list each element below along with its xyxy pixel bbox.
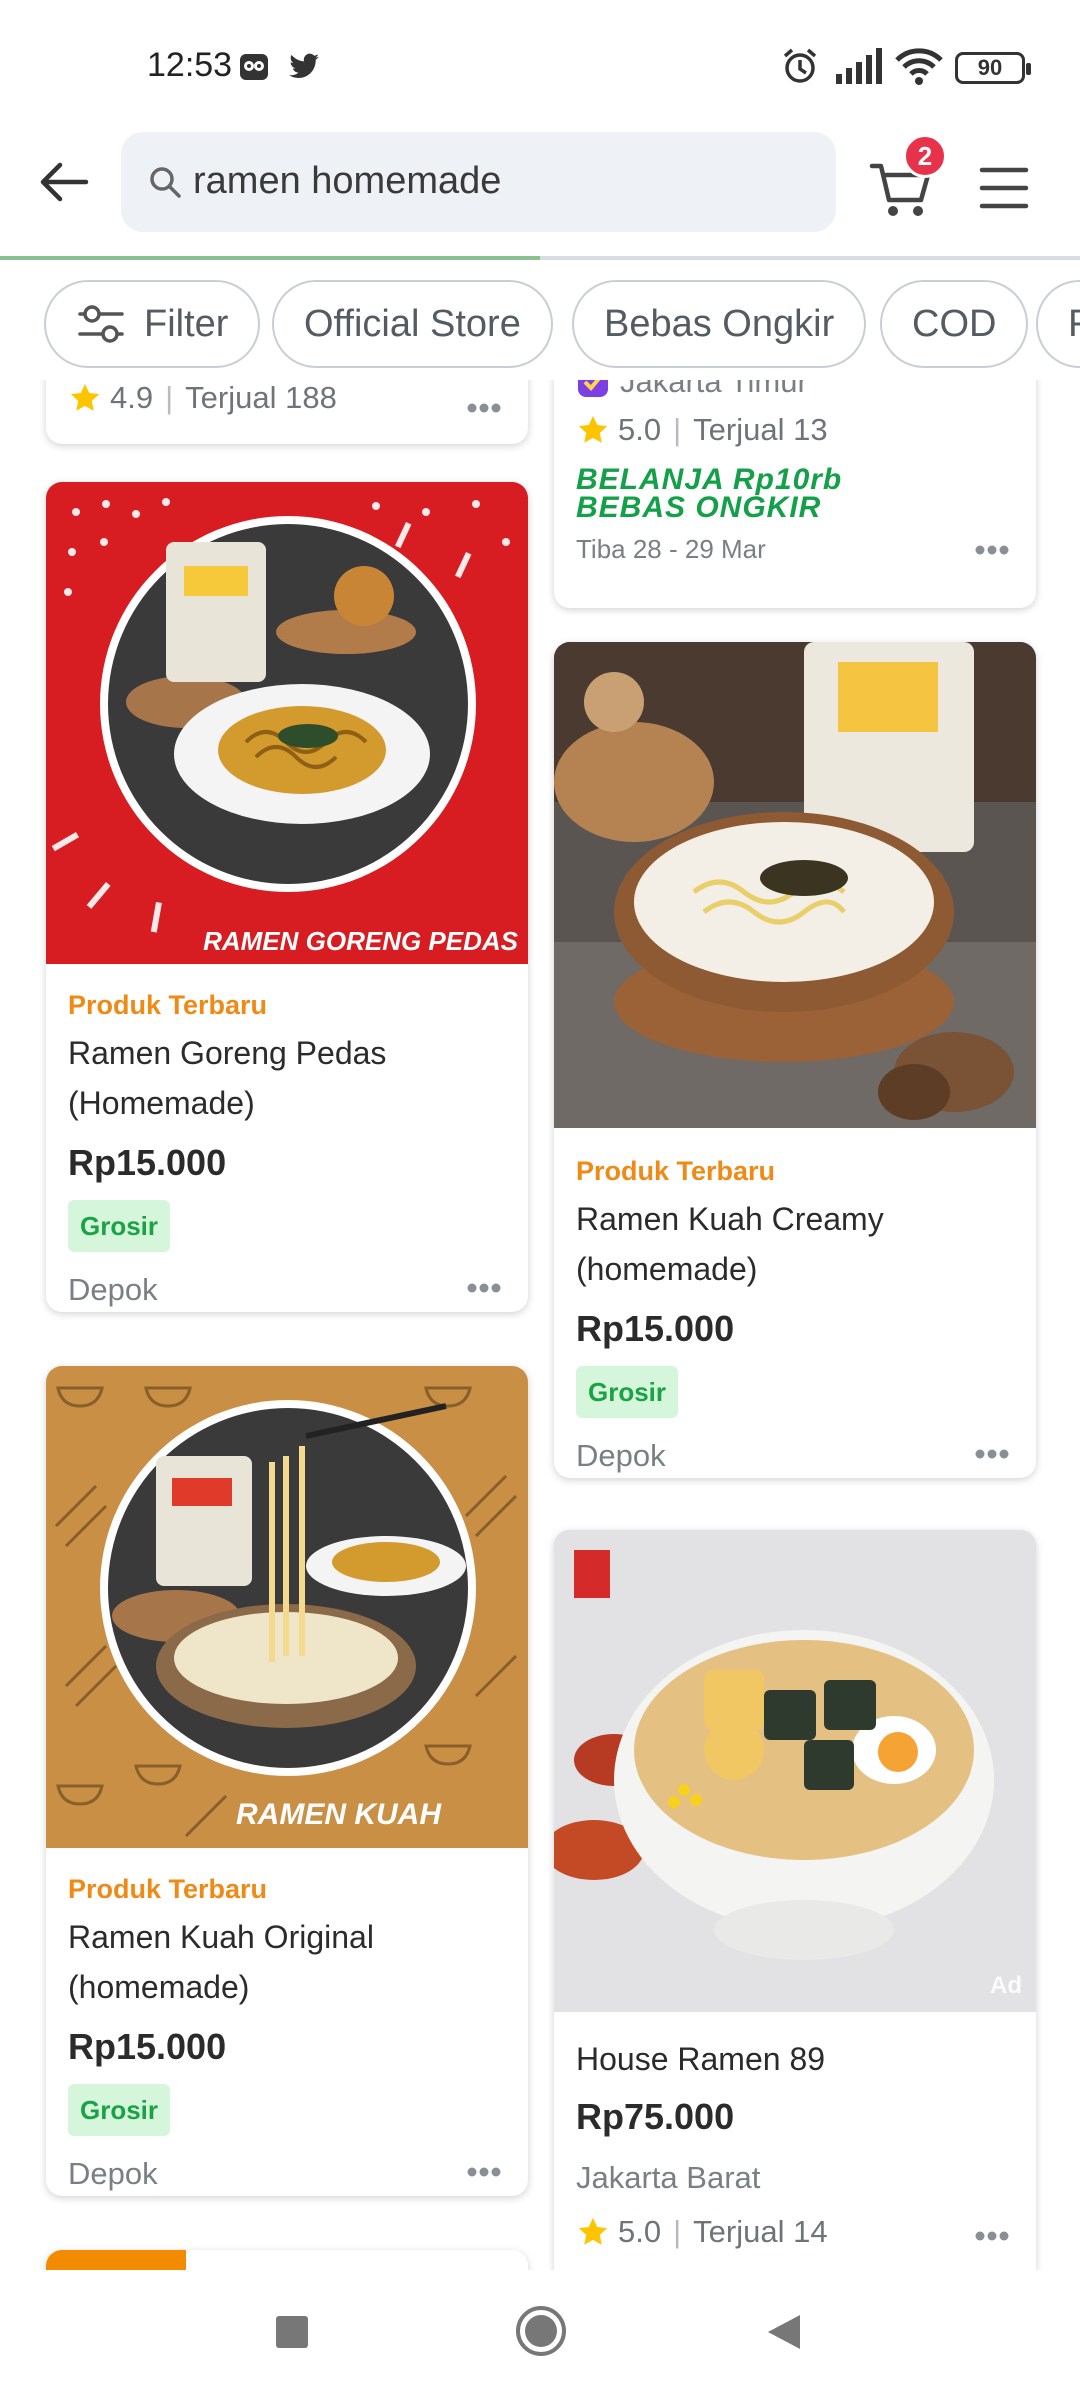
product-rating: 5.0 | Terjual 14: [576, 2214, 828, 2250]
filter-chip-row: Filter Official Store Bebas Ongkir COD F: [0, 276, 1080, 372]
product-card[interactable]: RAMEN GORENG PEDAS Produk Terbaru Ramen …: [46, 482, 528, 1312]
product-image: RAMEN KUAH: [46, 1366, 528, 1848]
product-image: Ad: [554, 1530, 1036, 2012]
more-options-icon[interactable]: [466, 402, 502, 414]
recents-icon[interactable]: [274, 2314, 310, 2350]
product-location: Depok: [68, 2156, 158, 2191]
chip-cod[interactable]: COD: [880, 280, 1029, 368]
new-product-label: Produk Terbaru: [68, 990, 268, 1020]
chip-more[interactable]: F: [1036, 280, 1080, 368]
product-price: Rp15.000: [68, 1142, 227, 1183]
search-bar[interactable]: ramen homemade: [121, 132, 836, 232]
alarm-icon: [783, 48, 817, 83]
product-photo: [54, 1386, 518, 1838]
product-title: House Ramen 89: [576, 2041, 826, 2077]
star-icon: [70, 383, 100, 411]
system-navigation-bar: [0, 2270, 1080, 2400]
load-progress-bar: [0, 256, 1080, 260]
new-product-label: Produk Terbaru: [68, 1874, 268, 1904]
product-card-ad[interactable]: Ad House Ramen 89 Rp75.000 Jakarta Barat…: [554, 1530, 1036, 2270]
arrival-estimate: Tiba 28 - 29 Mar: [576, 534, 766, 564]
product-title: Ramen Kuah Creamy (homemade): [576, 1201, 884, 1287]
grosir-badge: Grosir: [68, 2084, 171, 2136]
product-photo: [51, 498, 510, 933]
chip-bebas-ongkir[interactable]: Bebas Ongkir: [572, 280, 867, 368]
product-image: [554, 642, 1036, 1128]
product-image-caption: RAMEN GORENG PEDAS: [203, 926, 518, 956]
hamburger-menu-icon[interactable]: [976, 160, 1032, 216]
product-card[interactable]: Jakarta Timur 5.0 | Terjual 13 BELANJA R…: [554, 380, 1036, 608]
status-bar: 12:53 90: [0, 0, 1080, 130]
product-image: [46, 2250, 528, 2270]
cart-count-badge: 2: [903, 134, 947, 178]
product-grid: 4.9 | Terjual 188 RAMEN GORENG PEDAS Pro…: [0, 380, 1080, 2270]
product-card[interactable]: [46, 2250, 528, 2270]
product-location: Jakarta Barat: [576, 2160, 761, 2195]
filter-button[interactable]: Filter: [44, 280, 261, 368]
status-time: 12:53: [147, 46, 233, 84]
ad-label: Ad: [990, 1972, 1022, 1999]
more-options-icon[interactable]: [466, 1282, 502, 1294]
product-location: Depok: [576, 1438, 666, 1473]
chip-official-store[interactable]: Official Store: [272, 280, 553, 368]
product-card[interactable]: Produk Terbaru Ramen Kuah Creamy (homema…: [554, 642, 1036, 1478]
product-image: RAMEN GORENG PEDAS: [46, 482, 528, 964]
search-icon: [150, 167, 181, 198]
new-product-label: Produk Terbaru: [576, 1156, 776, 1186]
star-icon: [578, 2217, 608, 2245]
search-input[interactable]: ramen homemade: [193, 160, 501, 203]
free-shipping-promo: BELANJA Rp10rb BEBAS ONGKIR: [576, 463, 843, 524]
sliders-icon: [78, 305, 124, 343]
more-options-icon[interactable]: [466, 2166, 502, 2178]
notification-app-icon: [240, 54, 268, 80]
screen: 12:53 90 ramen homemade 2 Filter Officia…: [0, 0, 1080, 2400]
more-options-icon[interactable]: [974, 544, 1010, 556]
filter-label: Filter: [144, 302, 229, 345]
product-card[interactable]: RAMEN KUAH Produk Terbaru Ramen Kuah Ori…: [46, 1366, 528, 2196]
home-icon[interactable]: [514, 2304, 568, 2358]
official-shop-icon: [578, 380, 608, 397]
top-bar: ramen homemade 2: [0, 130, 1080, 260]
product-title: Ramen Kuah Original (homemade): [68, 1919, 374, 2005]
load-progress-fill: [0, 256, 540, 260]
wifi-icon: [895, 48, 943, 85]
battery-level: 90: [977, 55, 1003, 80]
product-image-caption: RAMEN KUAH: [236, 1798, 441, 1831]
star-icon: [578, 415, 608, 443]
product-price: Rp75.000: [576, 2096, 735, 2137]
product-price: Rp15.000: [68, 2026, 227, 2067]
battery-icon: 90: [955, 52, 1031, 84]
signal-icon: [836, 48, 882, 84]
back-nav-icon[interactable]: [764, 2312, 804, 2352]
shop-location: Jakarta Timur: [576, 380, 808, 400]
product-photo: [554, 1530, 1036, 2012]
product-location: Depok: [68, 1272, 158, 1307]
product-card[interactable]: 4.9 | Terjual 188: [46, 380, 528, 444]
product-rating: 4.9 | Terjual 188: [68, 380, 337, 416]
twitter-icon: [289, 53, 319, 78]
product-price: Rp15.000: [576, 1308, 735, 1349]
more-options-icon[interactable]: [974, 1448, 1010, 1460]
product-photo: [554, 642, 1036, 1128]
product-title: Ramen Goreng Pedas (Homemade): [68, 1035, 387, 1121]
product-rating: 5.0 | Terjual 13: [576, 412, 828, 448]
grosir-badge: Grosir: [68, 1200, 171, 1252]
back-arrow-icon[interactable]: [34, 152, 94, 212]
more-options-icon[interactable]: [974, 2230, 1010, 2242]
grosir-badge: Grosir: [576, 1366, 679, 1418]
